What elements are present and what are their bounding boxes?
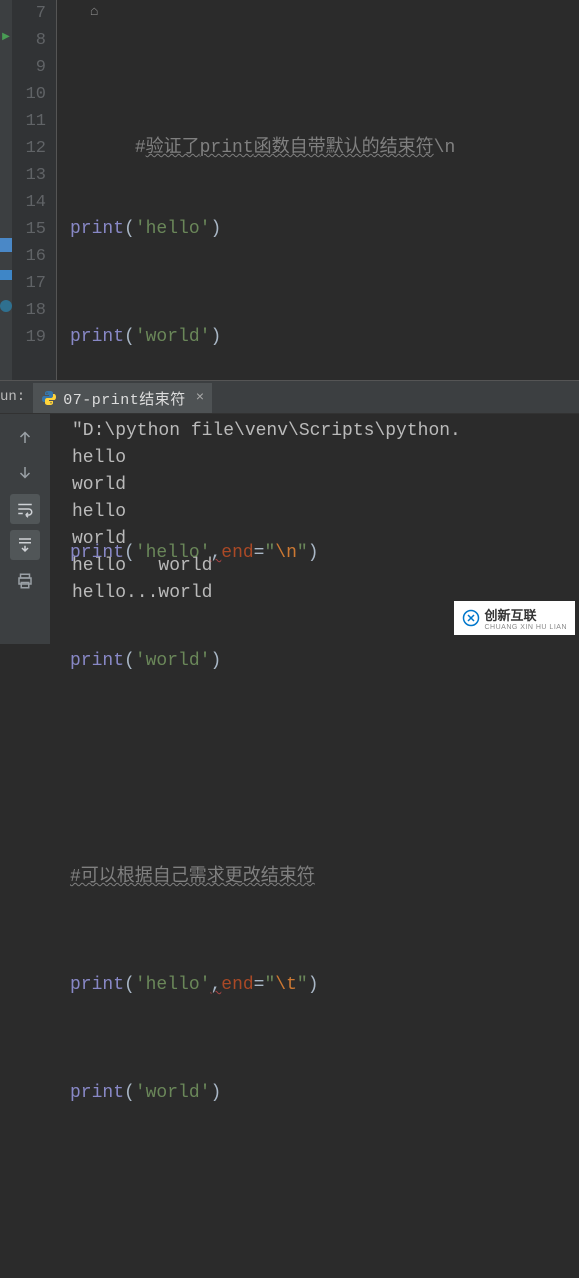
brand-text-py: CHUANG XIN HU LIAN	[484, 624, 567, 631]
code-line	[60, 432, 579, 459]
run-marker-icon[interactable]: ▶	[0, 27, 12, 47]
line-number: 7	[12, 0, 46, 27]
comment-text: print	[200, 138, 254, 158]
fn-call: print	[70, 1083, 124, 1103]
comment-text: \n	[434, 138, 456, 158]
line-number: 14	[12, 189, 46, 216]
brand-text-cn: 创新互联	[484, 605, 567, 624]
string-literal: 'hello'	[135, 543, 211, 563]
line-number: 11	[12, 108, 46, 135]
soft-wrap-button[interactable]	[10, 494, 40, 524]
code-line: #验证了print函数自带默认的结束符\n	[60, 108, 579, 135]
line-number: 10	[12, 81, 46, 108]
code-line: #可以根据自己需求更改结束符	[60, 864, 579, 891]
line-number: 12	[12, 135, 46, 162]
string-literal: 'hello'	[135, 219, 211, 239]
string-literal: 'hello'	[135, 975, 211, 995]
string-literal: 'world'	[135, 327, 211, 347]
brand-icon	[462, 609, 480, 627]
comment-text: #可以根据自己需求更改结束符	[70, 867, 315, 887]
line-number-gutter: 7 8 9 10 11 12 13 14 15 16 17 18 19	[12, 0, 56, 380]
code-line: print('hello')	[60, 216, 579, 243]
line-number: 9	[12, 54, 46, 81]
code-line: print('world')	[60, 1080, 579, 1107]
fn-call: print	[70, 219, 124, 239]
code-editor[interactable]: ▶ 7 8 9 10 11 12 13 14 15 16 17 18 19 ⌂ …	[0, 0, 579, 380]
line-number: 18	[12, 297, 46, 324]
line-number: 15	[12, 216, 46, 243]
python-file-icon	[41, 390, 57, 406]
escape-seq: \n	[275, 543, 297, 563]
kwarg: end	[221, 543, 253, 563]
string-literal: 'world'	[135, 1083, 211, 1103]
code-line: print('world')	[60, 324, 579, 351]
fn-call: print	[70, 651, 124, 671]
line-number: 17	[12, 270, 46, 297]
line-number: 8	[12, 27, 46, 54]
code-line	[60, 1188, 579, 1215]
string-literal: 'world'	[135, 651, 211, 671]
comment-text: 验证了	[146, 138, 200, 158]
kwarg: end	[221, 975, 253, 995]
code-line: print('world')	[60, 648, 579, 675]
editor-marker-strip: ▶	[0, 0, 12, 380]
indent-guide	[56, 0, 57, 380]
console-toolbar	[0, 414, 50, 644]
step-down-button[interactable]	[10, 458, 40, 488]
print-button[interactable]	[10, 566, 40, 596]
line-number: 16	[12, 243, 46, 270]
comment-text: 函数自带默认的结束符	[254, 138, 434, 158]
marker-circle-icon	[0, 300, 12, 312]
line-number: 13	[12, 162, 46, 189]
fn-call: print	[70, 327, 124, 347]
line-number: 19	[12, 324, 46, 351]
watermark-logo: 创新互联 CHUANG XIN HU LIAN	[454, 601, 575, 635]
code-line: print('hello',end="\n")	[60, 540, 579, 567]
run-label: un:	[0, 389, 33, 405]
code-line	[60, 756, 579, 783]
escape-seq: \t	[275, 975, 297, 995]
marker-stripe-icon	[0, 270, 12, 280]
scroll-to-end-button[interactable]	[10, 530, 40, 560]
fn-call: print	[70, 543, 124, 563]
code-line: print('hello',end="\t")	[60, 972, 579, 999]
code-text-area[interactable]: #验证了print函数自带默认的结束符\n print('hello') pri…	[56, 0, 579, 380]
comment-text: #	[135, 138, 146, 158]
marker-blue	[0, 238, 12, 252]
step-up-button[interactable]	[10, 422, 40, 452]
fn-call: print	[70, 975, 124, 995]
